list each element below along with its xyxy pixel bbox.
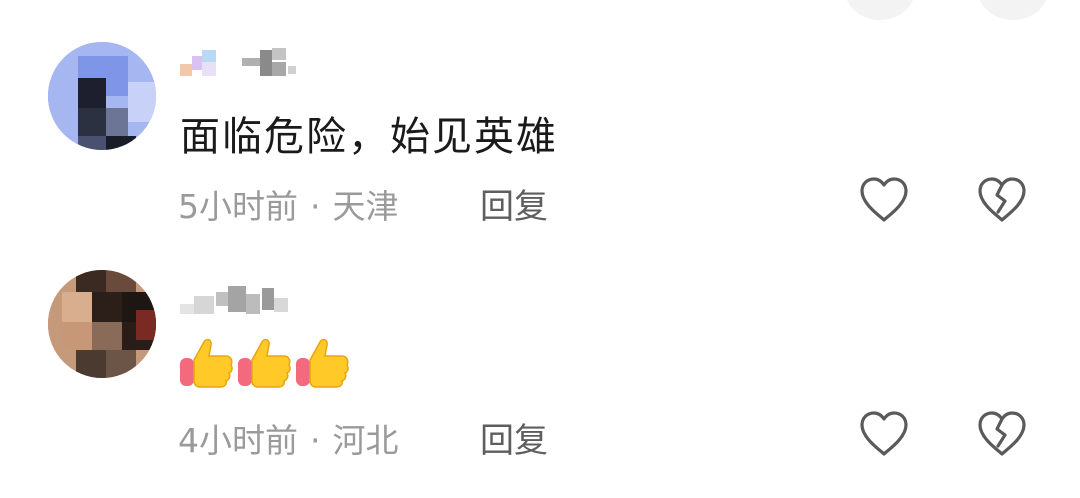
comment-location: 河北 [332, 421, 399, 460]
top-action-button-2[interactable] [978, 0, 1048, 20]
username-blurred[interactable] [180, 284, 310, 318]
heart-outline-icon[interactable] [858, 410, 910, 458]
meta-separator: · [310, 187, 321, 226]
reply-button[interactable]: 回复 [480, 179, 548, 228]
broken-heart-icon[interactable] [976, 176, 1028, 224]
heart-outline-icon[interactable] [858, 176, 910, 224]
avatar[interactable] [48, 42, 156, 150]
comment-location: 天津 [332, 187, 399, 226]
thumbs-up-emoji-icon [180, 338, 233, 388]
emoji-content [178, 334, 350, 394]
comment-meta: 4小时前 · 河北 [178, 414, 399, 462]
thumbs-up-emoji-icon [296, 338, 349, 388]
avatar[interactable] [48, 270, 156, 378]
username-blurred[interactable] [180, 46, 310, 80]
meta-separator: · [310, 421, 321, 460]
top-action-button-1[interactable] [845, 0, 915, 20]
comment-meta: 5小时前 · 天津 [178, 180, 399, 228]
broken-heart-icon[interactable] [976, 410, 1028, 458]
comment-text: 面临危险，始见英雄 [180, 114, 558, 160]
comment-time: 4小时前 [178, 421, 298, 460]
reply-button[interactable]: 回复 [480, 413, 548, 462]
comment-time: 5小时前 [178, 187, 298, 226]
thumbs-up-emoji-icon [238, 338, 291, 388]
